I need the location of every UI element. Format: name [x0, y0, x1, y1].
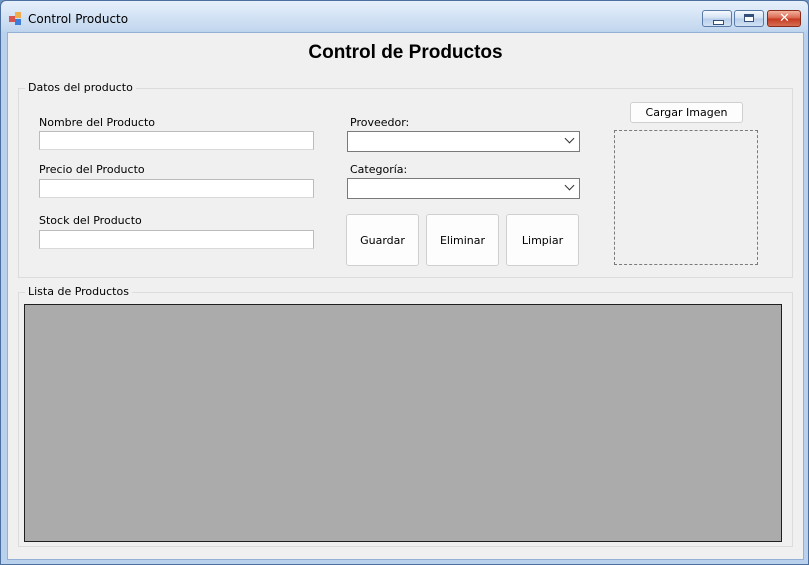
nombre-input[interactable] [39, 131, 314, 150]
product-image-box [614, 130, 758, 265]
title-bar[interactable]: Control Producto ✕ [1, 1, 808, 33]
cargar-imagen-button[interactable]: Cargar Imagen [630, 102, 743, 123]
window-title: Control Producto [28, 12, 129, 26]
precio-input[interactable] [39, 179, 314, 198]
form-client-area: Control de Productos Datos del producto … [7, 32, 804, 560]
main-window: Control Producto ✕ Control de Productos … [0, 0, 809, 565]
stock-label: Stock del Producto [39, 214, 142, 227]
close-button[interactable]: ✕ [767, 10, 801, 27]
guardar-button[interactable]: Guardar [346, 214, 419, 266]
chevron-down-icon [564, 180, 575, 191]
chevron-down-icon [564, 133, 575, 144]
datos-group-legend: Datos del producto [25, 81, 136, 94]
proveedor-select[interactable] [347, 131, 580, 152]
proveedor-label: Proveedor: [350, 116, 410, 129]
maximize-icon [744, 14, 754, 22]
lista-group-legend: Lista de Productos [25, 285, 132, 298]
close-icon: ✕ [779, 11, 790, 26]
eliminar-button[interactable]: Eliminar [426, 214, 499, 266]
page-title: Control de Productos [308, 42, 503, 63]
categoria-select[interactable] [347, 178, 580, 199]
minimize-icon [713, 20, 724, 25]
limpiar-button[interactable]: Limpiar [506, 214, 579, 266]
minimize-button[interactable] [702, 10, 732, 27]
maximize-button[interactable] [734, 10, 764, 27]
categoria-label: Categoría: [350, 163, 408, 176]
precio-label: Precio del Producto [39, 163, 145, 176]
nombre-label: Nombre del Producto [39, 116, 155, 129]
stock-input[interactable] [39, 230, 314, 249]
products-data-grid[interactable] [24, 304, 782, 542]
app-window-icon [9, 12, 23, 26]
